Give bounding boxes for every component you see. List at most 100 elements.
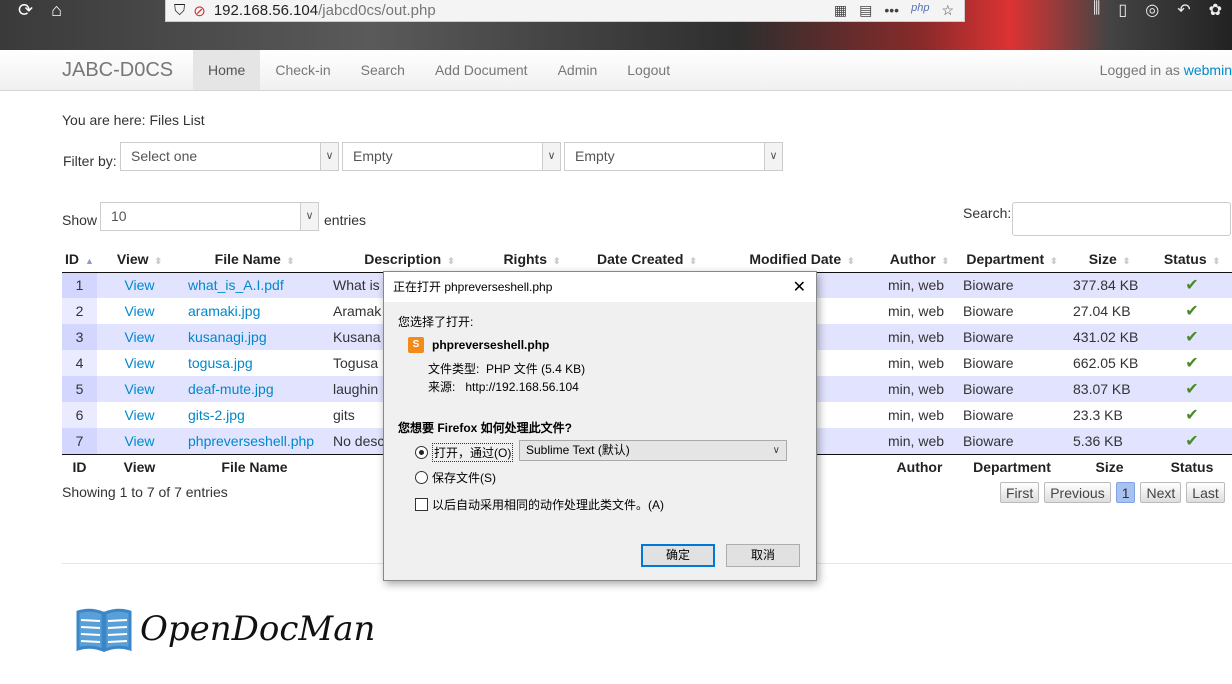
remember-row[interactable]: 以后自动采用相同的动作处理此类文件。(A): [415, 496, 664, 513]
chevron-down-icon: ∨: [300, 203, 318, 230]
open-with-radio[interactable]: [415, 446, 428, 459]
remember-label[interactable]: 以后自动采用相同的动作处理此类文件。(A): [432, 496, 664, 513]
col-view[interactable]: View ⬍: [97, 246, 182, 273]
col-department[interactable]: Department ⬍: [957, 246, 1067, 273]
cell-author: min, web: [882, 402, 957, 428]
download-dialog: 正在打开 phpreverseshell.php ✕ 您选择了打开: S php…: [383, 271, 817, 581]
open-with-radio-row[interactable]: 打开，通过(O): [415, 443, 514, 462]
col-author[interactable]: Author ⬍: [882, 246, 957, 273]
page-first-button[interactable]: First: [1000, 482, 1040, 503]
ok-button[interactable]: 确定: [641, 544, 715, 567]
cell-file-name-link[interactable]: aramaki.jpg: [182, 298, 327, 324]
save-file-radio-row[interactable]: 保存文件(S): [415, 469, 496, 486]
browser-nav: ⟳ ⌂: [18, 0, 62, 21]
cell-status: ✔: [1152, 272, 1232, 298]
app-navbar: JABC-D0CS Home Check-in Search Add Docum…: [0, 50, 1232, 91]
logged-in-user[interactable]: webmin: [1184, 62, 1232, 78]
page-previous-button[interactable]: Previous: [1044, 482, 1111, 503]
save-file-label[interactable]: 保存文件(S): [432, 469, 496, 486]
reader-view-icon[interactable]: ▤: [859, 2, 872, 19]
cell-file-name-link[interactable]: phpreverseshell.php: [182, 428, 327, 454]
page-next-button[interactable]: Next: [1140, 482, 1182, 503]
filter-label: Filter by:: [63, 153, 117, 169]
search-input[interactable]: [1012, 202, 1231, 236]
cell-file-name-link[interactable]: kusanagi.jpg: [182, 324, 327, 350]
col-id[interactable]: ID ▲: [62, 246, 97, 273]
cell-size: 377.84 KB: [1067, 272, 1152, 298]
page-last-button[interactable]: Last: [1186, 482, 1225, 503]
filter-select-1-value: Select one: [131, 148, 198, 164]
address-bar[interactable]: ⛉ ⊘ 192.168.56.104/jabcd0cs/out.php ▦ ▤ …: [165, 0, 965, 22]
page-1-button[interactable]: 1: [1115, 482, 1136, 503]
foot-view: View: [97, 453, 182, 480]
nav-add-document[interactable]: Add Document: [420, 50, 543, 90]
chevron-down-icon: ∨: [542, 143, 560, 170]
filter-select-1[interactable]: Select one ∨: [120, 142, 339, 171]
cell-author: min, web: [882, 350, 957, 376]
col-file-name[interactable]: File Name ⬍: [182, 246, 327, 273]
cell-file-name-link[interactable]: what_is_A.I.pdf: [182, 272, 327, 298]
cell-view-link[interactable]: View: [97, 428, 182, 454]
table-header-row: ID ▲ View ⬍ File Name ⬍ Description ⬍ Rights…: [62, 246, 1232, 273]
col-status[interactable]: Status ⬍: [1152, 246, 1232, 273]
dialog-file-source: 来源: http://192.168.56.104: [428, 380, 579, 394]
qr-code-icon[interactable]: ▦: [834, 2, 847, 19]
nav-check-in[interactable]: Check-in: [260, 50, 345, 90]
nav-admin[interactable]: Admin: [543, 50, 613, 90]
foot-department: Department: [957, 453, 1067, 480]
extension-icon[interactable]: ↶: [1177, 0, 1190, 20]
cell-view-link[interactable]: View: [97, 350, 182, 376]
filter-select-2[interactable]: Empty ∨: [342, 142, 561, 171]
app-select[interactable]: Sublime Text (默认) ∨: [519, 440, 787, 461]
cell-view-link[interactable]: View: [97, 324, 182, 350]
reload-icon[interactable]: ⟳: [18, 0, 33, 21]
breadcrumb: You are here: Files List: [62, 112, 205, 128]
shield-icon: ⛉: [174, 2, 186, 19]
open-with-label[interactable]: 打开，通过(O): [432, 443, 514, 462]
cell-view-link[interactable]: View: [97, 272, 182, 298]
checkmark-icon: ✔: [1185, 303, 1199, 320]
nav-home[interactable]: Home: [193, 50, 261, 90]
cell-file-name-link[interactable]: deaf-mute.jpg: [182, 376, 327, 402]
bookmark-star-icon[interactable]: ☆: [941, 2, 954, 19]
col-size[interactable]: Size ⬍: [1067, 246, 1152, 273]
nav-logout[interactable]: Logout: [612, 50, 685, 90]
account-icon[interactable]: ◎: [1145, 0, 1159, 20]
chevron-down-icon: ∨: [772, 445, 780, 456]
col-rights[interactable]: Rights ⬍: [492, 246, 572, 273]
cell-size: 83.07 KB: [1067, 376, 1152, 402]
dialog-file: S phpreverseshell.php: [408, 337, 549, 353]
dialog-you-chose: 您选择了打开:: [398, 315, 474, 329]
col-modified-date[interactable]: Modified Date ⬍: [722, 246, 882, 273]
cell-view-link[interactable]: View: [97, 402, 182, 428]
filter-select-3[interactable]: Empty ∨: [564, 142, 783, 171]
php-extension-icon[interactable]: php: [911, 2, 929, 19]
library-icon[interactable]: ⫼: [1093, 0, 1100, 20]
save-file-radio[interactable]: [415, 471, 428, 484]
home-icon[interactable]: ⌂: [51, 0, 62, 21]
cell-department: Bioware: [957, 324, 1067, 350]
remember-checkbox[interactable]: [415, 498, 428, 511]
url-path: /jabcd0cs/out.php: [318, 2, 436, 19]
entries-length-select[interactable]: 10 ∨: [100, 202, 319, 231]
cell-status: ✔: [1152, 324, 1232, 350]
col-description[interactable]: Description ⬍: [327, 246, 492, 273]
cell-status: ✔: [1152, 402, 1232, 428]
cell-size: 431.02 KB: [1067, 324, 1152, 350]
cell-file-name-link[interactable]: gits-2.jpg: [182, 402, 327, 428]
cancel-button[interactable]: 取消: [726, 544, 800, 567]
brand-title[interactable]: JABC-D0CS: [62, 59, 173, 82]
entries-length-value: 10: [111, 208, 127, 224]
sidebar-icon[interactable]: ▯: [1118, 0, 1127, 20]
col-date-created[interactable]: Date Created ⬍: [572, 246, 722, 273]
cell-size: 5.36 KB: [1067, 428, 1152, 454]
nav-search[interactable]: Search: [346, 50, 420, 90]
close-icon[interactable]: ✕: [793, 277, 806, 297]
cell-file-name-link[interactable]: togusa.jpg: [182, 350, 327, 376]
cell-view-link[interactable]: View: [97, 298, 182, 324]
menu-icon[interactable]: ✿: [1209, 0, 1222, 20]
cell-view-link[interactable]: View: [97, 376, 182, 402]
more-actions-icon[interactable]: •••: [884, 2, 899, 19]
cell-id: 6: [62, 402, 97, 428]
cell-author: min, web: [882, 298, 957, 324]
